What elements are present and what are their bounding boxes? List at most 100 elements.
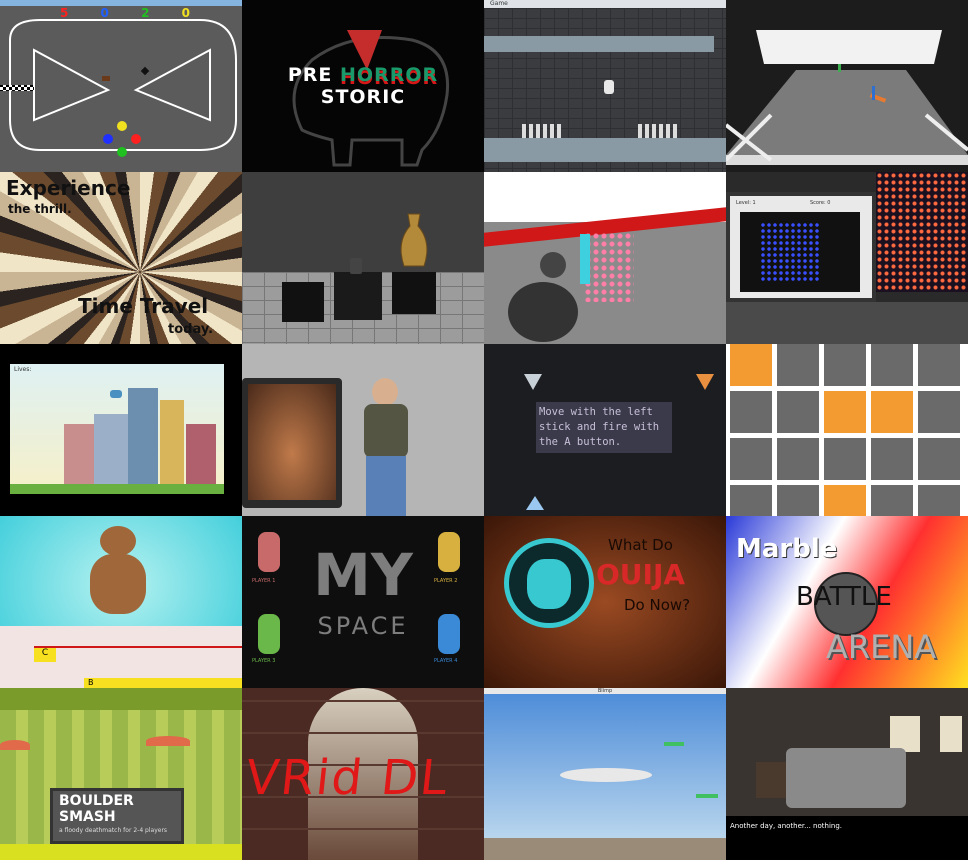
tile-time-travel[interactable]: Experience the thrill. Time Travel today…: [0, 172, 242, 344]
window-right: [940, 716, 962, 752]
ouija-line2: OUIJA: [596, 558, 686, 591]
myspace-my: MY: [313, 541, 413, 609]
boulder-subtitle: a floody deathmatch for 2-4 players: [59, 827, 168, 834]
marble-line3: ARENA: [826, 628, 937, 666]
flyer-sprite: [110, 390, 122, 398]
building-2: [94, 414, 128, 484]
boulder-title-1: BOULDER: [59, 793, 134, 809]
spikes-left: [522, 124, 562, 138]
city-game-screen: Lives:: [10, 364, 224, 494]
tile-race-track[interactable]: 5 0 2 0: [0, 0, 242, 172]
vase-icon: [400, 213, 428, 267]
spikes-right: [638, 124, 680, 138]
boulder-title-2: SMASH: [59, 809, 116, 825]
player-2-label: PLAYER 2: [434, 578, 458, 584]
score-green: 2: [141, 6, 150, 20]
window-left: [890, 716, 920, 752]
canopy: [0, 688, 242, 710]
marble-line1: Marble: [736, 534, 838, 564]
health-bar-1: [664, 742, 684, 746]
blue-stack: [580, 234, 590, 284]
upper-platform: [484, 36, 714, 52]
tile-blimp-sky[interactable]: Blimp: [484, 688, 726, 860]
small-artifact: [350, 258, 362, 274]
vrid-scrawl: VRid DL: [243, 750, 452, 806]
tile-bear-music[interactable]: C B: [0, 516, 242, 688]
tagline-time-travel: Time Travel: [78, 294, 209, 318]
player-2-figure: [438, 532, 460, 572]
tile-tabletop-3d[interactable]: [726, 0, 968, 172]
player-sprite: [604, 80, 614, 94]
enemy-ship-right: [696, 374, 714, 390]
building-4: [160, 400, 184, 484]
tagline-today: today.: [168, 322, 214, 337]
player-4-figure: [438, 614, 460, 654]
score-label: Score: 0: [810, 200, 831, 206]
window-title: Game: [490, 0, 508, 7]
title-pre: PRE: [287, 64, 341, 86]
tile-platformer[interactable]: Game: [484, 0, 726, 172]
laptop-keyboard: [726, 302, 968, 344]
tile-myspace[interactable]: MY SPACE PLAYER 1 PLAYER 2 PLAYER 3 PLAY…: [242, 516, 484, 688]
tile-vrid-hall[interactable]: VRid DL: [242, 688, 484, 860]
checker-grid: [730, 344, 968, 516]
myspace-space: SPACE: [317, 612, 409, 640]
player-torso: [364, 404, 408, 458]
window-titlebar: Game: [484, 0, 726, 8]
level-label: Level: 1: [736, 200, 756, 206]
score-yellow: 0: [181, 6, 190, 20]
building-3: [128, 388, 158, 484]
player-ship: [526, 496, 544, 510]
tile-marble-battle[interactable]: Marble BATTLE ARENA: [726, 516, 968, 688]
player-3-label: PLAYER 3: [252, 658, 276, 664]
tile-city-flyer[interactable]: Lives:: [0, 344, 242, 516]
instructions-box: Move with the left stick and fire with t…: [536, 402, 672, 453]
tile-red-arena[interactable]: [484, 172, 726, 344]
cube-view: [740, 212, 860, 292]
laptop-screen: Level: 1 Score: 0: [726, 192, 876, 302]
particle-burst: [584, 232, 634, 302]
tile-space-shooter[interactable]: Move with the left stick and fire with t…: [484, 344, 726, 516]
title-horror: HORROR: [340, 64, 439, 86]
note-b: B: [84, 678, 242, 688]
note-track: C B: [0, 626, 242, 688]
dark-sphere: [508, 282, 578, 342]
pedestal-right: [392, 272, 436, 314]
bed: [786, 748, 906, 808]
game-gallery-grid: 5 0 2 0 PRE HORROR STORIC Game Experienc…: [0, 0, 968, 860]
led-grid-virtual: [760, 222, 820, 282]
player-1-label: PLAYER 1: [252, 578, 276, 584]
floor-platform: [484, 138, 726, 162]
title-post: STORIC: [320, 86, 406, 108]
pedestal-middle: [334, 272, 382, 320]
tile-led-cube[interactable]: Level: 1 Score: 0: [726, 172, 968, 344]
player-jeans: [366, 456, 406, 516]
bear-body: [90, 554, 146, 614]
grass-strip: [10, 484, 224, 494]
tile-boulder-smash[interactable]: BOULDER SMASH a floody deathmatch for 2-…: [0, 688, 242, 860]
dark-sphere-small: [540, 252, 566, 278]
player-1-figure: [258, 532, 280, 572]
score-blue: 0: [100, 6, 109, 20]
score-red: 5: [60, 6, 69, 20]
tile-museum-vase[interactable]: [242, 172, 484, 344]
mushroom-2: [0, 740, 30, 750]
prehorror-title: PRE HORROR STORIC: [242, 64, 484, 108]
tile-prehorror[interactable]: PRE HORROR STORIC: [242, 0, 484, 172]
monitor: [242, 378, 342, 508]
ouija-mask-icon: [504, 538, 594, 628]
marble-line2: BATTLE: [796, 582, 892, 612]
tile-orange-grid[interactable]: [726, 344, 968, 516]
note-c: C: [34, 648, 56, 662]
vr-view: [248, 384, 336, 500]
race-track-drawing: [0, 0, 242, 157]
tile-vr-player[interactable]: [242, 344, 484, 516]
window-titlebar: Blimp: [484, 688, 726, 694]
tile-ouija[interactable]: What Do OUIJA Do Now?: [484, 516, 726, 688]
building-1: [64, 424, 94, 484]
player-4-label: PLAYER 4: [434, 658, 458, 664]
tagline-experience: Experience: [6, 176, 131, 200]
tabletop-scene: [726, 30, 968, 165]
pedestal-left: [282, 282, 324, 322]
tile-bedroom[interactable]: Another day, another... nothing.: [726, 688, 968, 860]
